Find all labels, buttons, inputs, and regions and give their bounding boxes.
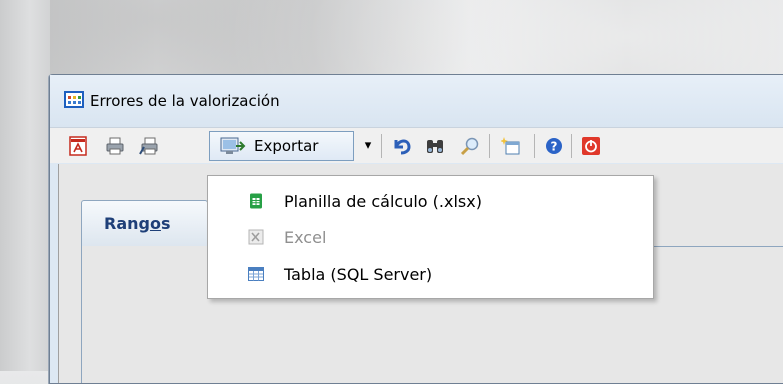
menu-item-label: Excel — [284, 228, 327, 247]
toolbar-separator — [534, 134, 535, 158]
undo-icon[interactable] — [391, 136, 411, 156]
export-label: Exportar — [254, 137, 319, 155]
new-icon[interactable] — [500, 136, 521, 156]
toolbar-separator — [571, 134, 572, 158]
spreadsheet-icon — [248, 193, 264, 209]
menu-item-excel: Excel — [208, 220, 653, 255]
chevron-down-icon[interactable]: ▾ — [358, 135, 378, 157]
pdf-icon[interactable] — [69, 136, 89, 156]
menu-item-label: Tabla (SQL Server) — [284, 265, 433, 284]
tab-rangos-label: Rangos — [104, 214, 171, 233]
export-dropdown-menu: Planilla de cálculo (.xlsx) Excel Tabla … — [207, 175, 654, 299]
export-icon — [220, 136, 246, 156]
tab-rangos[interactable]: Rangos — [81, 200, 208, 246]
title-bar[interactable]: Errores de la valorización — [50, 75, 783, 127]
toolbar-separator — [489, 134, 490, 158]
export-split-divider — [353, 132, 354, 160]
toolbar-separator — [381, 134, 382, 158]
excel-icon — [248, 229, 264, 245]
find-icon[interactable] — [425, 136, 445, 156]
tab-panel-border — [81, 246, 82, 383]
svg-text:?: ? — [551, 140, 558, 154]
toolbar: Exportar ▾ ? — [50, 127, 783, 163]
export-button[interactable]: Exportar ▾ — [209, 131, 371, 161]
menu-item-sql-table[interactable]: Tabla (SQL Server) — [208, 257, 653, 292]
table-icon — [248, 266, 264, 282]
menu-item-label: Planilla de cálculo (.xlsx) — [284, 192, 482, 211]
help-icon[interactable]: ? — [544, 136, 564, 156]
close-icon[interactable] — [581, 136, 601, 156]
desktop-strip — [0, 0, 50, 371]
print-preview-icon[interactable] — [139, 136, 159, 156]
menu-item-xlsx[interactable]: Planilla de cálculo (.xlsx) — [208, 184, 653, 219]
search-icon[interactable] — [460, 136, 480, 156]
window-title: Errores de la valorización — [90, 92, 280, 110]
app-window-icon — [64, 91, 84, 108]
print-icon[interactable] — [105, 136, 125, 156]
